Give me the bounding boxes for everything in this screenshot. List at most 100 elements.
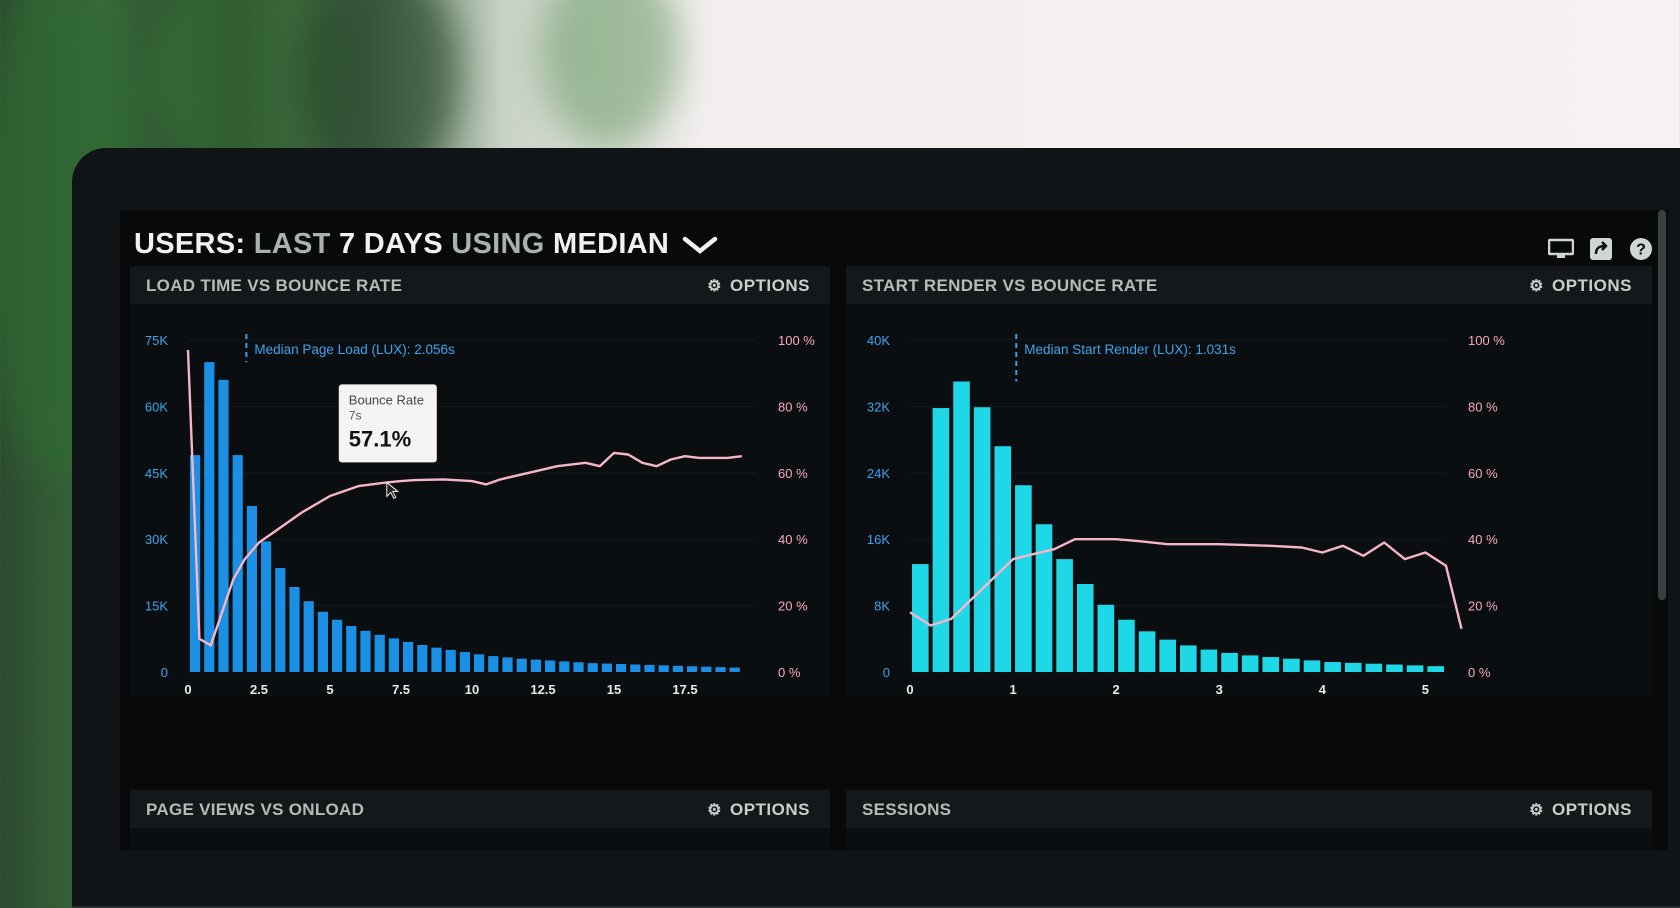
scrollbar[interactable] bbox=[1658, 210, 1666, 600]
bar bbox=[417, 644, 428, 672]
bar bbox=[973, 407, 991, 672]
bar bbox=[1303, 660, 1321, 672]
tooltip-title: Bounce Rate bbox=[349, 392, 424, 407]
options-button[interactable]: ⚙ OPTIONS bbox=[1529, 800, 1632, 820]
x-tick-label: 10 bbox=[465, 682, 479, 696]
bar bbox=[360, 630, 371, 672]
bar bbox=[459, 652, 470, 672]
bar bbox=[374, 634, 385, 672]
bar bbox=[1200, 649, 1218, 672]
panel-title: START RENDER VS BOUNCE RATE bbox=[862, 276, 1158, 295]
x-tick-label: 2.5 bbox=[250, 682, 268, 696]
chevron-down-icon[interactable] bbox=[682, 234, 718, 256]
y-tick-label: 45K bbox=[145, 466, 168, 481]
tooltip-value: 57.1% bbox=[349, 426, 411, 451]
options-label: OPTIONS bbox=[1551, 276, 1632, 295]
bar bbox=[218, 379, 229, 672]
y2-tick-label: 100 % bbox=[778, 333, 815, 348]
gear-icon: ⚙ bbox=[707, 278, 722, 295]
bar bbox=[1406, 665, 1424, 672]
panel-page-views: PAGE VIEWS VS ONLOAD ⚙ OPTIONS bbox=[130, 790, 830, 850]
y2-tick-label: 80 % bbox=[778, 399, 808, 414]
gear-icon: ⚙ bbox=[1529, 802, 1544, 819]
bar bbox=[687, 666, 698, 672]
y-tick-label: 24K bbox=[867, 466, 890, 481]
y-tick-label: 8K bbox=[874, 599, 890, 614]
x-tick-label: 5 bbox=[326, 682, 333, 696]
bar bbox=[474, 654, 485, 672]
using-label: USING bbox=[451, 228, 545, 260]
panel-sessions: SESSIONS ⚙ OPTIONS bbox=[846, 790, 1652, 850]
y-tick-label: 15K bbox=[145, 599, 168, 614]
share-icon[interactable] bbox=[1588, 238, 1614, 260]
bar bbox=[573, 662, 584, 672]
bar bbox=[994, 446, 1012, 672]
x-tick-label: 2 bbox=[1113, 682, 1120, 696]
start-render-chart: 0 8K 16K 24K 32K 40K 0 % 20 % 40 % 60 % 80 % 100 % 0… bbox=[867, 333, 1505, 696]
options-button[interactable]: ⚙ OPTIONS bbox=[707, 800, 810, 820]
help-icon[interactable]: ? bbox=[1628, 238, 1654, 260]
bar bbox=[445, 649, 456, 672]
bar bbox=[1365, 663, 1383, 672]
bar bbox=[715, 667, 726, 672]
options-label: OPTIONS bbox=[729, 276, 810, 295]
y-tick-label: 32K bbox=[867, 399, 890, 414]
y-tick-label: 0 bbox=[161, 665, 168, 680]
bar bbox=[530, 659, 541, 672]
bar bbox=[1283, 658, 1300, 672]
y2-tick-label: 20 % bbox=[778, 599, 808, 614]
bar bbox=[1427, 666, 1444, 672]
background-foliage bbox=[540, 0, 680, 150]
y2-tick-label: 20 % bbox=[1468, 599, 1498, 614]
y2-tick-label: 40 % bbox=[1468, 532, 1498, 547]
x-tick-label: 15 bbox=[607, 682, 621, 696]
bar bbox=[1262, 657, 1280, 672]
panel-title: LOAD TIME VS BOUNCE RATE bbox=[146, 276, 403, 295]
y-tick-label: 16K bbox=[867, 532, 890, 547]
bar bbox=[1015, 485, 1032, 672]
tooltip-x: 7s bbox=[349, 408, 362, 422]
bar bbox=[1241, 655, 1259, 672]
bar bbox=[388, 638, 399, 672]
bar bbox=[403, 641, 414, 672]
last-label: LAST bbox=[253, 228, 331, 260]
bar bbox=[1344, 662, 1362, 672]
y-tick-label: 0 bbox=[883, 665, 890, 680]
options-button[interactable]: ⚙ OPTIONS bbox=[707, 276, 810, 296]
options-label: OPTIONS bbox=[729, 800, 810, 819]
panel-title: PAGE VIEWS VS ONLOAD bbox=[146, 800, 365, 819]
dashboard-screen: USERS: LAST 7 DAYS USING MEDIAN ? LOAD T… bbox=[120, 210, 1668, 850]
y-tick-label: 75K bbox=[145, 333, 168, 348]
panel-title: SESSIONS bbox=[862, 800, 952, 819]
panel-start-render: START RENDER VS BOUNCE RATE ⚙ OPTIONS 0 8… bbox=[846, 266, 1652, 696]
median-label: MEDIAN bbox=[552, 228, 670, 260]
bar bbox=[1076, 584, 1094, 672]
bar bbox=[1386, 664, 1403, 672]
monitor-icon[interactable] bbox=[1548, 238, 1574, 260]
bar bbox=[1159, 639, 1176, 672]
y2-tick-label: 80 % bbox=[1468, 399, 1498, 414]
bar bbox=[616, 664, 627, 672]
bar bbox=[431, 647, 442, 672]
days-label: 7 DAYS bbox=[339, 228, 443, 260]
x-tick-label: 5 bbox=[1422, 682, 1429, 696]
bar bbox=[932, 408, 950, 672]
gear-icon: ⚙ bbox=[1529, 278, 1544, 295]
bar bbox=[658, 665, 669, 672]
median-label: Median Start Render (LUX): 1.031s bbox=[1024, 342, 1236, 357]
x-tick-label: 0 bbox=[906, 682, 913, 696]
bar bbox=[289, 587, 300, 672]
bar bbox=[953, 381, 970, 672]
y2-tick-label: 60 % bbox=[778, 466, 808, 481]
page-title[interactable]: USERS: LAST 7 DAYS USING MEDIAN bbox=[134, 228, 718, 261]
options-button[interactable]: ⚙ OPTIONS bbox=[1529, 276, 1632, 296]
y2-tick-label: 60 % bbox=[1468, 466, 1498, 481]
panel-load-time: LOAD TIME VS BOUNCE RATE ⚙ OPTIONS 0 15K 3… bbox=[130, 266, 830, 696]
bar bbox=[346, 625, 357, 672]
bar bbox=[587, 663, 598, 672]
bar bbox=[303, 601, 314, 672]
header-toolbar: ? bbox=[1548, 238, 1654, 260]
bar bbox=[516, 658, 527, 672]
bar bbox=[601, 663, 612, 672]
y2-tick-label: 0 % bbox=[1468, 665, 1491, 680]
